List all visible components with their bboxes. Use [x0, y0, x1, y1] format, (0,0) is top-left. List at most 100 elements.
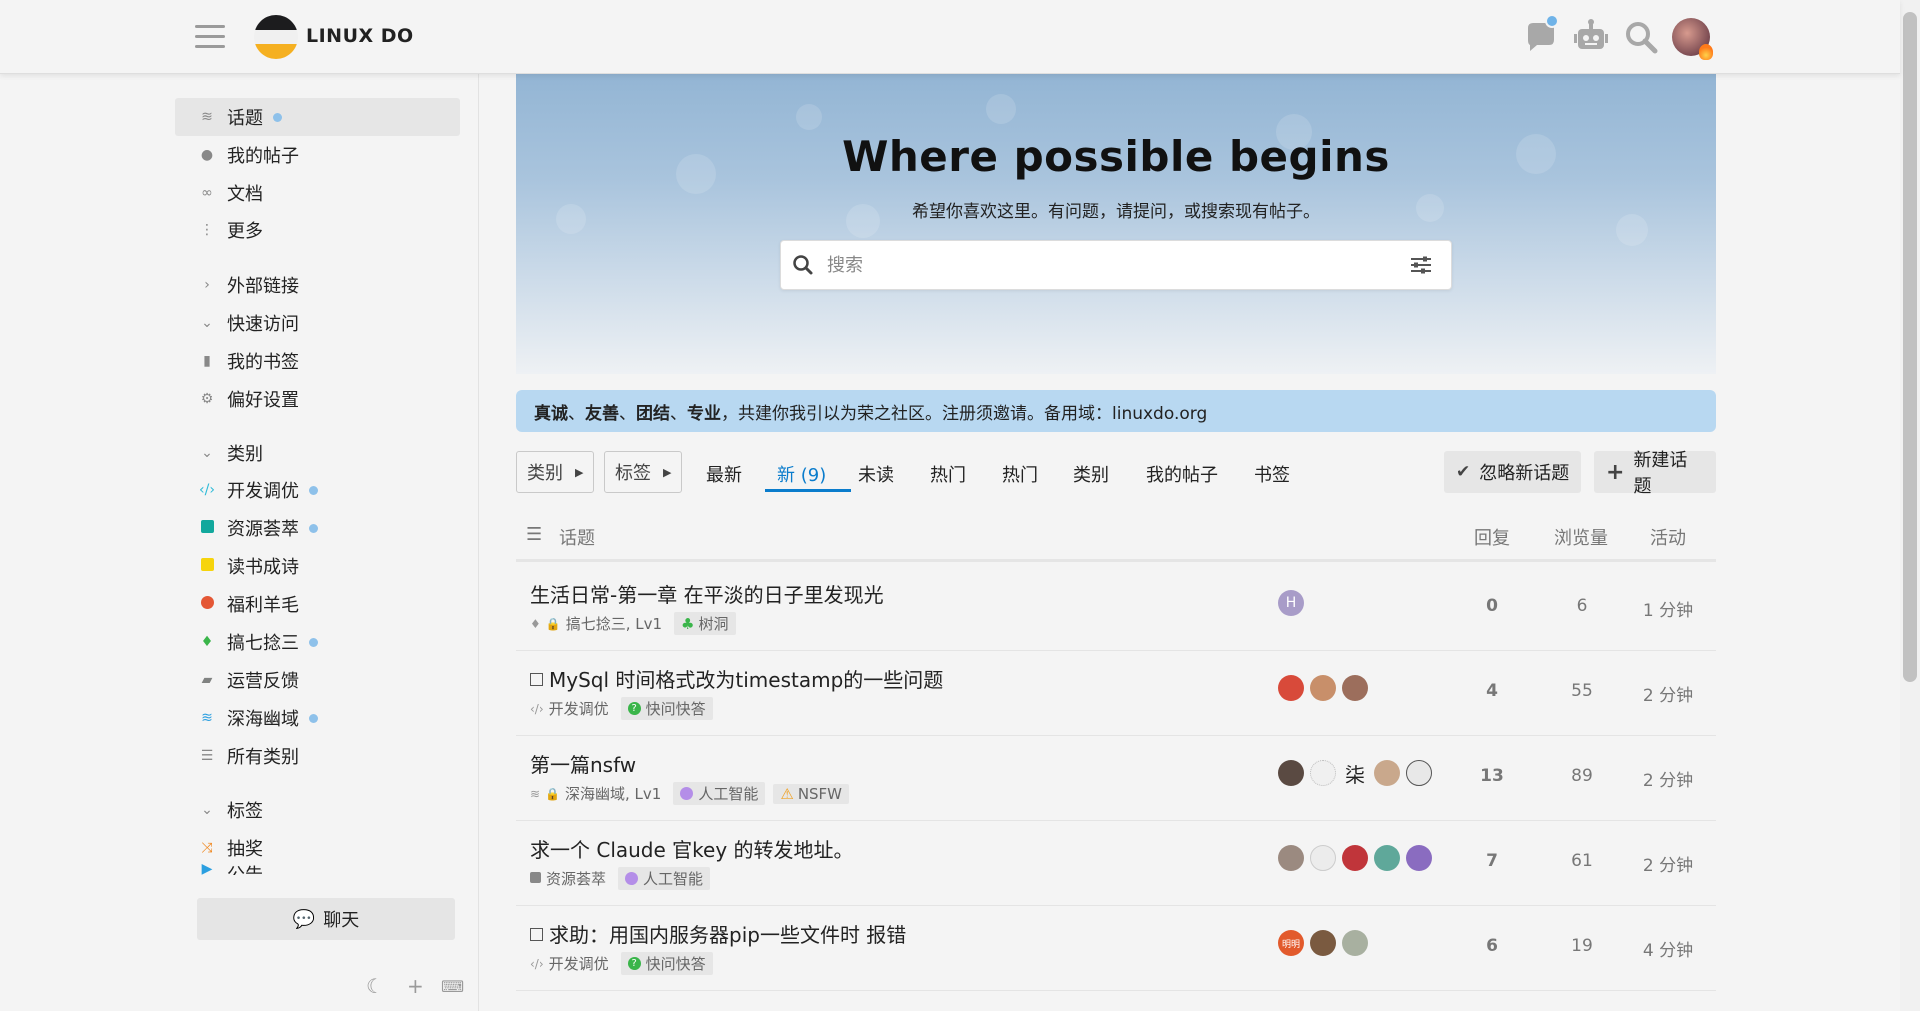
- sidebar-category-misc[interactable]: ♦ 搞七捻三: [175, 623, 460, 661]
- robot-icon[interactable]: [1572, 18, 1610, 56]
- category-dropdown[interactable]: 类别 ▶: [516, 451, 595, 493]
- add-icon[interactable]: +: [407, 974, 424, 998]
- check-icon: ✔: [1456, 462, 1471, 482]
- sidebar-item-more[interactable]: ⋮ 更多: [175, 211, 460, 249]
- tab-unread[interactable]: 未读: [858, 461, 894, 487]
- table-row[interactable]: 求助：用国内服务器pip一些文件时 报错 ‹/› 开发调优 ? 快问快答 明明 …: [516, 906, 1716, 991]
- poster-avatar[interactable]: [1310, 675, 1336, 701]
- poster-avatar[interactable]: [1374, 760, 1400, 786]
- poster-avatar[interactable]: [1342, 930, 1368, 956]
- sidebar-item-bookmarks[interactable]: ▮ 我的书签: [175, 342, 460, 380]
- sidebar-item-my-posts[interactable]: ● 我的帖子: [175, 136, 460, 174]
- poster-avatar[interactable]: [1310, 930, 1336, 956]
- topic-title[interactable]: 求助：用国内服务器pip一些文件时 报错: [530, 919, 906, 948]
- poster-avatar[interactable]: [1406, 845, 1432, 871]
- topic-tag[interactable]: ? 快问快答: [620, 697, 713, 720]
- site-brand[interactable]: LINUX DO: [306, 25, 414, 47]
- sidebar-section-external-links[interactable]: › 外部链接: [175, 266, 460, 304]
- tab-hot[interactable]: 热门: [930, 461, 966, 487]
- topic-category[interactable]: ≋ 🔒 深海幽域, Lv1: [530, 783, 661, 804]
- brain-icon: [625, 872, 639, 885]
- topic-posters: [1278, 845, 1438, 871]
- poster-avatar[interactable]: H: [1278, 590, 1304, 616]
- sidebar-item-topics[interactable]: ≋ 话题: [175, 98, 460, 136]
- topic-category[interactable]: ♦ 🔒 搞七捻三, Lv1: [530, 613, 662, 634]
- sidebar-section-tags[interactable]: ⌄ 标签: [175, 791, 460, 829]
- column-activity[interactable]: 活动: [1650, 524, 1686, 550]
- tag-dropdown[interactable]: 标签 ▶: [604, 451, 683, 493]
- column-replies[interactable]: 回复: [1474, 524, 1510, 550]
- filter-sliders-icon[interactable]: [1401, 241, 1441, 289]
- site-logo[interactable]: [254, 15, 298, 59]
- tab-my-posts[interactable]: 我的帖子: [1146, 461, 1218, 487]
- sidebar-section-quick-access[interactable]: ⌄ 快速访问: [175, 304, 460, 342]
- sidebar-category-reading[interactable]: 读书成诗: [175, 547, 460, 585]
- table-row[interactable]: 求一个 Claude 官key 的转发地址。 资源荟萃 人工智能 7 61 2 …: [516, 821, 1716, 906]
- poster-avatar[interactable]: [1374, 845, 1400, 871]
- scrollbar-thumb[interactable]: [1903, 12, 1917, 682]
- topic-title[interactable]: 第一篇nsfw: [530, 749, 636, 778]
- sidebar-section-categories[interactable]: ⌄ 类别: [175, 434, 460, 472]
- tab-top[interactable]: 热门: [1002, 461, 1038, 487]
- poster-avatar[interactable]: [1310, 760, 1336, 786]
- topic-tag[interactable]: 人工智能: [618, 867, 711, 890]
- tab-latest[interactable]: 最新: [706, 461, 742, 487]
- search-input[interactable]: [827, 241, 1387, 289]
- search-box[interactable]: [780, 240, 1452, 290]
- topic-title[interactable]: MySql 时间格式改为timestamp的一些问题: [530, 664, 943, 693]
- poster-avatar[interactable]: [1342, 675, 1368, 701]
- sidebar-category-feedback[interactable]: ▰ 运营反馈: [175, 661, 460, 699]
- column-views[interactable]: 浏览量: [1554, 524, 1608, 550]
- activity-time[interactable]: 1 分钟: [1628, 596, 1708, 621]
- poster-avatar[interactable]: [1310, 845, 1336, 871]
- table-row[interactable]: MySql 时间格式改为timestamp的一些问题 ‹/› 开发调优 ? 快问…: [516, 651, 1716, 736]
- topic-category[interactable]: ‹/› 开发调优: [530, 953, 609, 974]
- table-row[interactable]: 第一篇nsfw ≋ 🔒 深海幽域, Lv1 人工智能 ⚠ NSFW 柒 13 8…: [516, 736, 1716, 821]
- sidebar-category-deep-sea[interactable]: ≋ 深海幽域: [175, 699, 460, 737]
- table-row[interactable]: 生活日常-第一章 在平淡的日子里发现光 ♦ 🔒 搞七捻三, Lv1 ♣ 树洞 H…: [516, 566, 1716, 651]
- tab-bookmarks[interactable]: 书签: [1254, 461, 1290, 487]
- new-topic-button[interactable]: + 新建话题: [1594, 450, 1716, 497]
- page-scrollbar[interactable]: [1900, 0, 1920, 1011]
- sidebar-category-dev[interactable]: ‹/› 开发调优: [175, 471, 460, 509]
- search-icon[interactable]: [1622, 18, 1660, 56]
- keyboard-icon[interactable]: ⌨: [441, 977, 464, 996]
- activity-time[interactable]: 4 分钟: [1628, 936, 1708, 961]
- site-notice: 真诚、友善、团结、专业 ，共建你我引以为荣之社区。注册须邀请。备用域：linuxd…: [516, 390, 1716, 432]
- activity-time[interactable]: 2 分钟: [1628, 766, 1708, 791]
- poster-avatar[interactable]: [1342, 845, 1368, 871]
- dismiss-new-button[interactable]: ✔ 忽略新话题: [1444, 451, 1582, 493]
- sidebar-tag-announcement[interactable]: ▶ 公告: [175, 861, 460, 875]
- topic-tag[interactable]: ? 快问快答: [620, 952, 713, 975]
- hamburger-menu-icon[interactable]: [195, 25, 225, 49]
- poster-avatar[interactable]: 明明: [1278, 930, 1304, 956]
- topic-tag[interactable]: ⚠ NSFW: [773, 783, 850, 804]
- topic-tag[interactable]: ♣ 树洞: [674, 612, 736, 635]
- sidebar-item-docs[interactable]: ∞ 文档: [175, 174, 460, 212]
- poster-avatar[interactable]: [1278, 845, 1304, 871]
- banner-subtitle: 希望你喜欢这里。有问题，请提问，或搜索现有帖子。: [912, 202, 1320, 222]
- sidebar-item-preferences[interactable]: ⚙ 偏好设置: [175, 380, 460, 418]
- activity-time[interactable]: 2 分钟: [1628, 851, 1708, 876]
- chat-button[interactable]: 💬 聊天: [197, 898, 455, 940]
- topic-category[interactable]: 资源荟萃: [530, 868, 606, 889]
- topic-list-header: ☰ 话题 回复 浏览量 活动: [516, 514, 1716, 562]
- tab-categories[interactable]: 类别: [1073, 461, 1109, 487]
- topic-posters: [1278, 675, 1374, 701]
- poster-avatar[interactable]: [1278, 675, 1304, 701]
- poster-avatar[interactable]: [1406, 760, 1432, 786]
- tab-new[interactable]: 新 (9): [777, 461, 826, 487]
- topic-tag[interactable]: 人工智能: [673, 782, 766, 805]
- sidebar-category-deals[interactable]: 福利羊毛: [175, 585, 460, 623]
- topic-title[interactable]: 求一个 Claude 官key 的转发地址。: [530, 834, 854, 863]
- sidebar-category-resources[interactable]: 资源荟萃: [175, 509, 460, 547]
- poster-avatar[interactable]: 柒: [1342, 760, 1368, 787]
- activity-time[interactable]: 2 分钟: [1628, 681, 1708, 706]
- topic-title[interactable]: 生活日常-第一章 在平淡的日子里发现光: [530, 579, 884, 608]
- topic-category[interactable]: ‹/› 开发调优: [530, 698, 609, 719]
- bulk-select-icon[interactable]: ☰: [526, 524, 542, 545]
- column-topic[interactable]: 话题: [559, 524, 595, 550]
- dark-mode-toggle-icon[interactable]: ☾: [366, 974, 384, 998]
- poster-avatar[interactable]: [1278, 760, 1304, 786]
- sidebar-all-categories[interactable]: ☰ 所有类别: [175, 737, 460, 775]
